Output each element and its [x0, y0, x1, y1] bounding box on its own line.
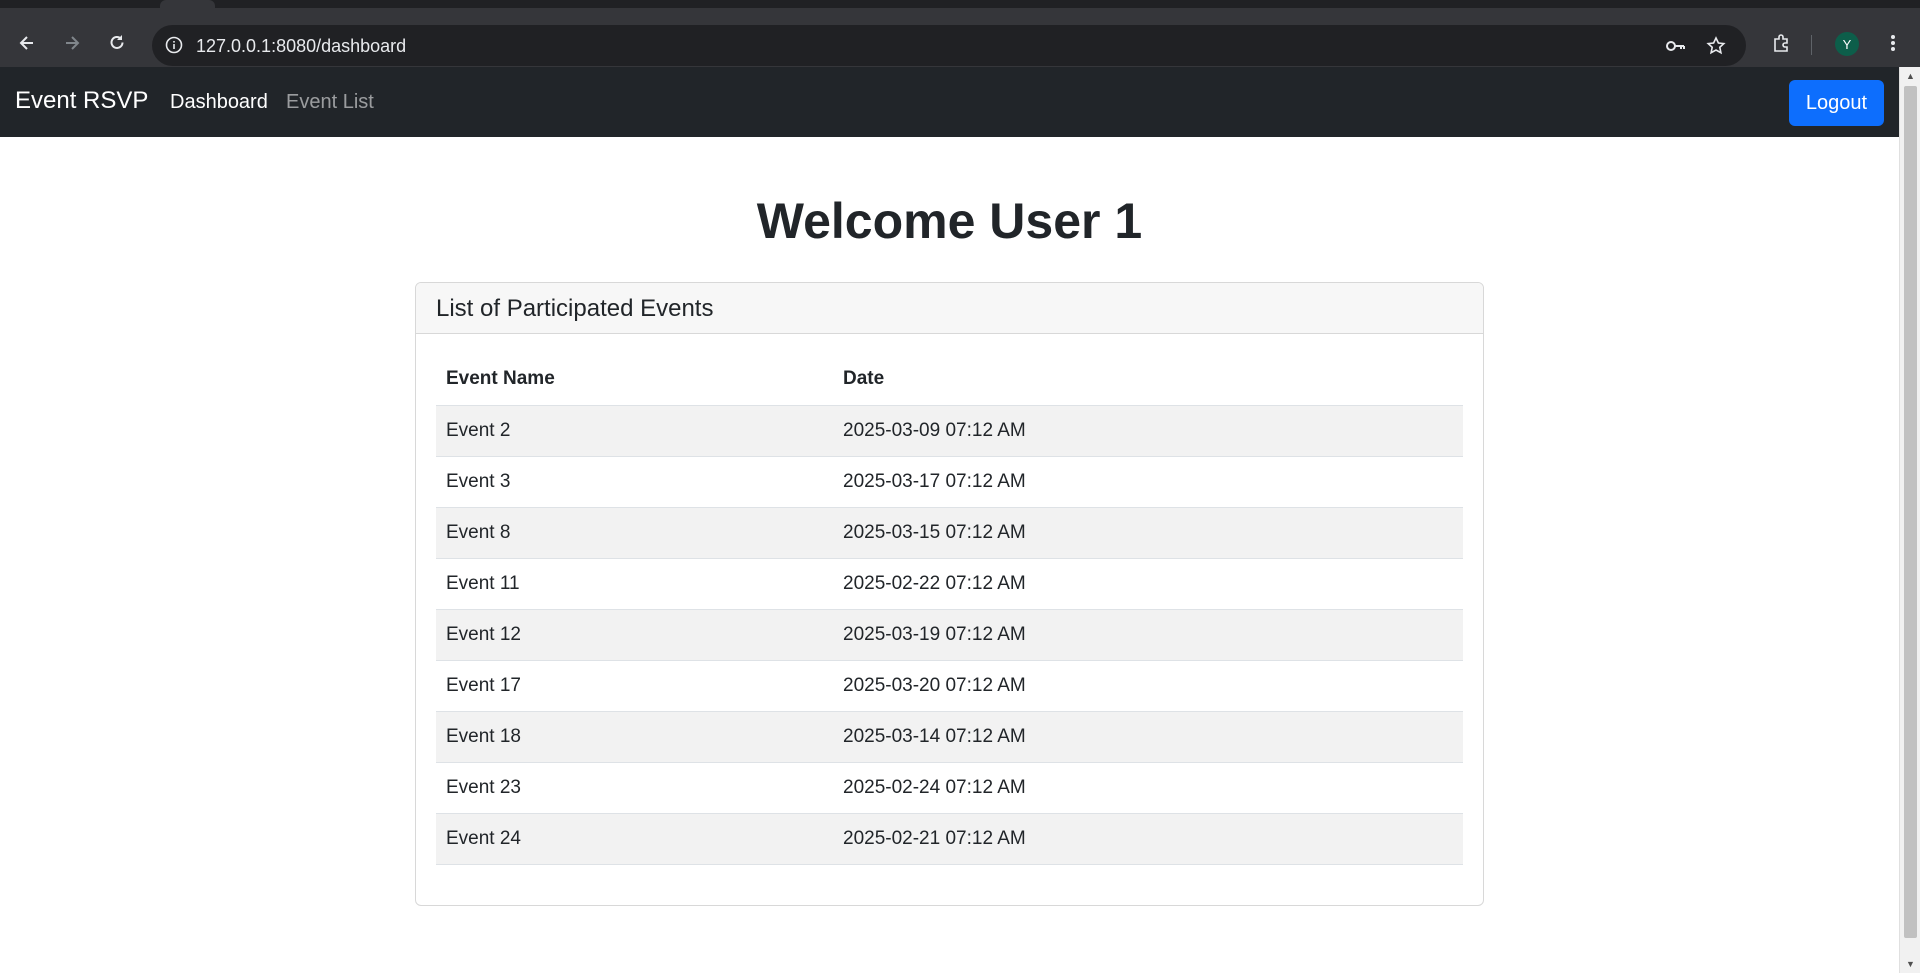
extensions-icon[interactable] [1763, 25, 1799, 61]
event-name-cell: Event 17 [436, 660, 833, 712]
events-table-wrapper: Event Name Date Event 2 2025-03-09 07:12… [436, 354, 1463, 865]
page-title: Welcome User 1 [756, 193, 1143, 249]
back-icon[interactable] [9, 25, 45, 61]
events-table-body: Event 2 2025-03-09 07:12 AM Event 3 2025… [436, 405, 1463, 865]
event-date-cell: 2025-03-17 07:12 AM [833, 456, 1463, 508]
event-date-cell: 2025-03-15 07:12 AM [833, 507, 1463, 559]
table-row: Event 3 2025-03-17 07:12 AM [436, 456, 1463, 508]
scrollbar-thumb[interactable] [1904, 86, 1917, 938]
event-date-cell: 2025-03-09 07:12 AM [833, 405, 1463, 457]
event-name-cell: Event 18 [436, 711, 833, 763]
scroll-down-arrow-icon[interactable]: ▼ [1900, 955, 1920, 973]
logout-button[interactable]: Logout [1789, 80, 1884, 126]
column-header-date: Date [833, 354, 1463, 406]
table-row: Event 23 2025-02-24 07:12 AM [436, 762, 1463, 814]
nav-link-event-list[interactable]: Event List [286, 91, 374, 114]
event-date-cell: 2025-02-24 07:12 AM [833, 762, 1463, 814]
event-name-cell: Event 11 [436, 558, 833, 610]
event-date-cell: 2025-02-22 07:12 AM [833, 558, 1463, 610]
events-table: Event Name Date Event 2 2025-03-09 07:12… [436, 354, 1463, 865]
table-row: Event 17 2025-03-20 07:12 AM [436, 660, 1463, 712]
browser-chrome: 127.0.0.1:8080/dashboard Y [0, 0, 1920, 67]
table-row: Event 18 2025-03-14 07:12 AM [436, 711, 1463, 763]
events-card: List of Participated Events Event Name D… [415, 282, 1484, 906]
brand-link[interactable]: Event RSVP [15, 87, 148, 115]
page-scrollbar[interactable]: ▲ ▼ [1899, 67, 1920, 973]
event-name-cell: Event 12 [436, 609, 833, 661]
event-name-cell: Event 24 [436, 813, 833, 865]
key-icon[interactable] [1664, 35, 1686, 57]
event-name-cell: Event 8 [436, 507, 833, 559]
profile-avatar[interactable]: Y [1835, 32, 1859, 56]
card-title: List of Participated Events [436, 295, 714, 322]
url-text[interactable]: 127.0.0.1:8080/dashboard [196, 36, 406, 57]
event-name-cell: Event 2 [436, 405, 833, 457]
menu-icon[interactable] [1875, 25, 1911, 61]
tab-strip [0, 0, 1920, 8]
table-row: Event 8 2025-03-15 07:12 AM [436, 507, 1463, 559]
browser-toolbar: 127.0.0.1:8080/dashboard Y [0, 8, 1920, 67]
table-row: Event 2 2025-03-09 07:12 AM [436, 405, 1463, 457]
table-row: Event 11 2025-02-22 07:12 AM [436, 558, 1463, 610]
event-date-cell: 2025-02-21 07:12 AM [833, 813, 1463, 865]
star-icon[interactable] [1705, 35, 1727, 57]
table-row: Event 12 2025-03-19 07:12 AM [436, 609, 1463, 661]
scroll-up-arrow-icon[interactable]: ▲ [1900, 67, 1920, 85]
table-header-row: Event Name Date [436, 354, 1463, 406]
event-date-cell: 2025-03-14 07:12 AM [833, 711, 1463, 763]
event-date-cell: 2025-03-19 07:12 AM [833, 609, 1463, 661]
forward-icon[interactable] [54, 25, 90, 61]
reload-icon[interactable] [99, 25, 135, 61]
toolbar-separator [1811, 35, 1812, 55]
card-header: List of Participated Events [416, 283, 1483, 334]
address-bar[interactable]: 127.0.0.1:8080/dashboard [152, 25, 1746, 66]
app-navbar: Event RSVP Dashboard Event List Logout [0, 67, 1899, 137]
event-name-cell: Event 3 [436, 456, 833, 508]
nav-link-dashboard[interactable]: Dashboard [170, 91, 268, 114]
event-name-cell: Event 23 [436, 762, 833, 814]
column-header-event-name: Event Name [436, 354, 833, 406]
table-row: Event 24 2025-02-21 07:12 AM [436, 813, 1463, 865]
site-info-icon[interactable] [164, 35, 184, 55]
page-viewport: Event RSVP Dashboard Event List Logout W… [0, 67, 1899, 973]
active-tab[interactable] [160, 0, 215, 8]
event-date-cell: 2025-03-20 07:12 AM [833, 660, 1463, 712]
